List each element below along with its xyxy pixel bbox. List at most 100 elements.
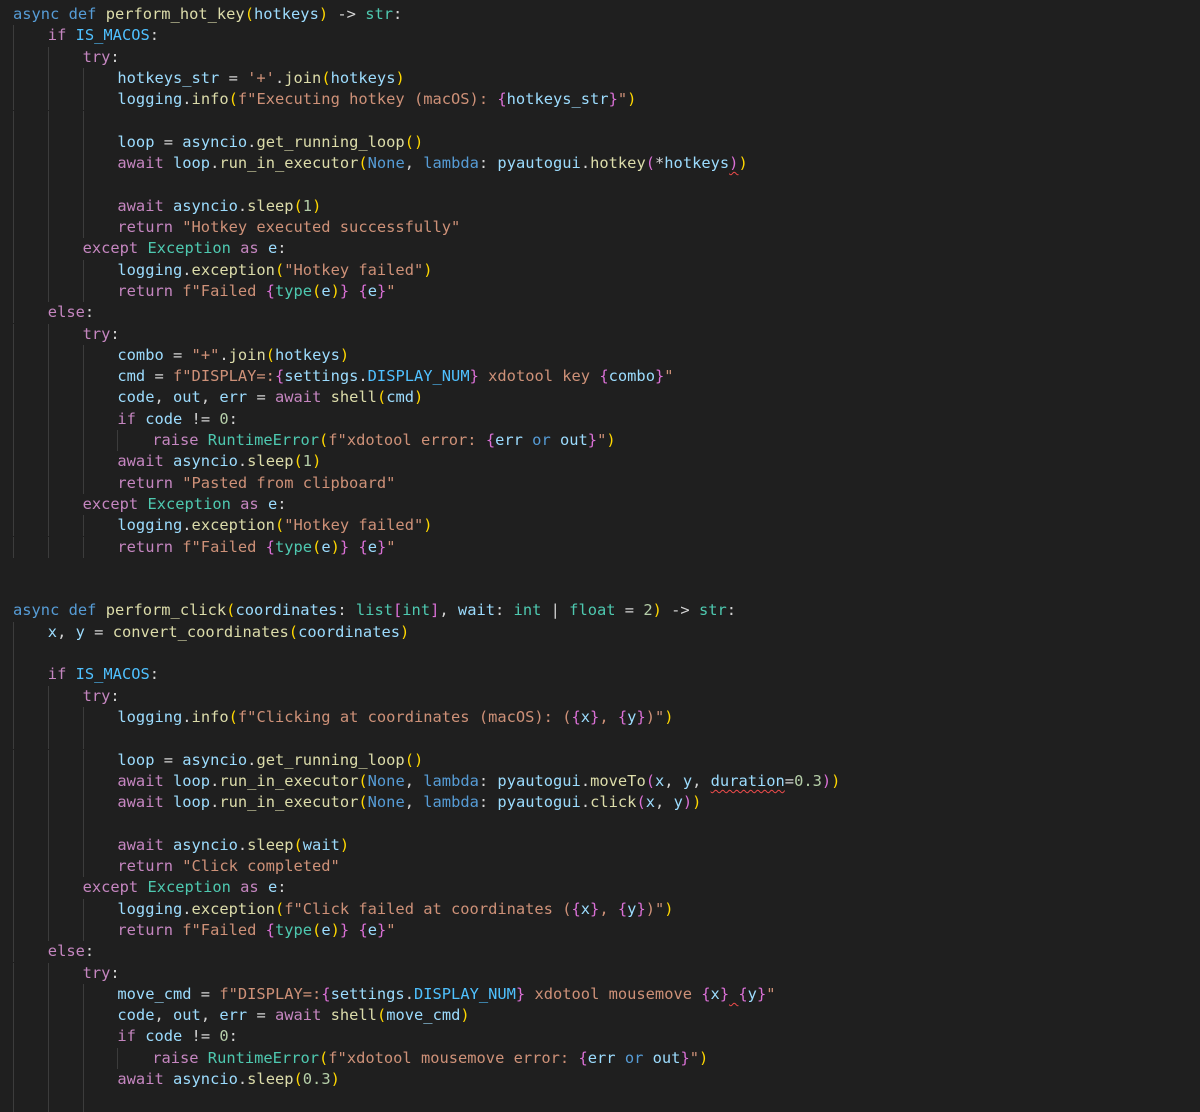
code-line[interactable]: await asyncio.sleep(1)	[0, 195, 1200, 217]
code-token: ,	[439, 601, 458, 620]
code-token: if	[117, 409, 146, 428]
indent-guide	[82, 515, 84, 537]
code-line[interactable]: logging.exception(f"Click failed at coor…	[0, 898, 1200, 920]
code-token: (	[274, 516, 285, 535]
code-line[interactable]: else:	[0, 302, 1200, 324]
code-line[interactable]: logging.exception("Hotkey failed")	[0, 259, 1200, 281]
code-token: (	[228, 707, 238, 726]
code-line[interactable]: await asyncio.sleep(wait)	[0, 834, 1200, 856]
code-line[interactable]: loop = asyncio.get_running_loop()	[0, 749, 1200, 771]
code-token: =	[154, 750, 183, 769]
code-line[interactable]	[0, 174, 1200, 196]
code-line[interactable]: logging.info(f"Clicking at coordinates (…	[0, 706, 1200, 729]
code-token: =	[219, 68, 248, 87]
code-line[interactable]: try:	[0, 46, 1200, 68]
indent-guide	[47, 877, 49, 899]
code-line[interactable]: async def perform_hot_key(hotkeys) -> st…	[0, 4, 1200, 25]
code-line[interactable]: await asyncio.sleep(0.3)	[0, 1069, 1200, 1091]
indent-guide	[82, 834, 84, 856]
code-token: str	[365, 5, 394, 23]
code-line[interactable]: code, out, err = await shell(cmd)	[0, 387, 1200, 409]
code-line[interactable]	[0, 1090, 1200, 1112]
code-token: }	[469, 367, 479, 386]
code-token: asyncio	[173, 196, 238, 215]
code-line[interactable]: logging.exception("Hotkey failed")	[0, 515, 1200, 537]
code-text: logging.info(f"Clicking at coordinates (…	[117, 707, 673, 728]
code-line[interactable]: return f"Failed {type(e)} {e}"	[0, 919, 1200, 942]
code-line[interactable]	[0, 558, 1200, 579]
code-line[interactable]: await loop.run_in_executor(None, lambda:…	[0, 153, 1200, 175]
code-line[interactable]: hotkeys_str = '+'.join(hotkeys)	[0, 67, 1200, 90]
code-line[interactable]: except Exception as e:	[0, 493, 1200, 516]
code-line[interactable]: cmd = f"DISPLAY=:{settings.DISPLAY_NUM} …	[0, 366, 1200, 388]
code-line[interactable]: code, out, err = await shell(move_cmd)	[0, 1005, 1200, 1027]
indent-guide	[47, 451, 49, 473]
code-line[interactable]: if IS_MACOS:	[0, 664, 1200, 686]
code-text: except Exception as e:	[83, 238, 287, 259]
code-line[interactable]: await asyncio.sleep(1)	[0, 451, 1200, 473]
code-token: *	[655, 154, 665, 173]
code-line[interactable]: return f"Failed {type(e)} {e}"	[0, 280, 1200, 303]
code-line[interactable]: loop = asyncio.get_running_loop()	[0, 131, 1200, 154]
code-line[interactable]: move_cmd = f"DISPLAY=:{settings.DISPLAY_…	[0, 983, 1200, 1006]
indent-guide	[13, 856, 14, 878]
code-token: )	[339, 835, 350, 854]
code-token: await	[117, 154, 173, 173]
code-token: "+"	[191, 345, 220, 364]
code-line[interactable]	[0, 813, 1200, 835]
code-token: return	[117, 920, 183, 939]
code-line[interactable]	[0, 643, 1200, 665]
code-line[interactable]: async def perform_click(coordinates: lis…	[0, 600, 1200, 621]
code-token: .	[580, 154, 591, 173]
code-editor[interactable]: async def perform_hot_key(hotkeys) -> st…	[0, 0, 1200, 1112]
code-line[interactable]: try:	[0, 685, 1200, 707]
code-token: e	[367, 537, 377, 556]
code-line[interactable]: logging.info(f"Executing hotkey (macOS):…	[0, 89, 1200, 111]
code-text: await asyncio.sleep(wait)	[117, 835, 349, 856]
code-line[interactable]: except Exception as e:	[0, 238, 1200, 260]
indent-guide	[47, 195, 49, 217]
code-token: :	[149, 665, 160, 684]
code-token: wait	[457, 601, 495, 620]
code-line[interactable]: else:	[0, 941, 1200, 963]
code-line[interactable]: return f"Failed {type(e)} {e}"	[0, 536, 1200, 558]
code-line[interactable]: await loop.run_in_executor(None, lambda:…	[0, 770, 1200, 793]
indent-guide	[82, 1069, 84, 1091]
code-line[interactable]	[0, 728, 1200, 750]
code-token: out	[173, 1006, 201, 1025]
code-line[interactable]: raise RuntimeError(f"xdotool error: {err…	[0, 430, 1200, 452]
code-line[interactable]: if code != 0:	[0, 1026, 1200, 1048]
code-text: code, out, err = await shell(move_cmd)	[117, 1005, 469, 1026]
code-token: x	[47, 622, 58, 641]
code-line[interactable]: await loop.run_in_executor(None, lambda:…	[0, 792, 1200, 814]
code-line[interactable]: if code != 0:	[0, 408, 1200, 430]
indent-guide	[82, 536, 84, 558]
code-token: )	[606, 431, 616, 449]
code-token: None	[367, 793, 405, 812]
code-line[interactable]: if IS_MACOS:	[0, 25, 1200, 47]
code-token: xdotool key	[478, 367, 600, 386]
indent-guide	[82, 1026, 84, 1048]
code-line[interactable]	[0, 110, 1200, 132]
code-line[interactable]: return "Hotkey executed successfully"	[0, 217, 1200, 239]
code-line[interactable]: return "Pasted from clipboard"	[0, 472, 1200, 494]
code-line[interactable]	[0, 579, 1200, 600]
code-text: loop = asyncio.get_running_loop()	[117, 750, 423, 771]
code-token: raise	[152, 1048, 208, 1067]
code-token: )	[699, 1048, 709, 1067]
code-token: }	[636, 707, 646, 726]
code-token: }	[339, 281, 350, 300]
code-line[interactable]: return "Click completed"	[0, 856, 1200, 878]
code-line[interactable]: try:	[0, 323, 1200, 345]
indent-guide	[47, 1069, 49, 1091]
code-token: .	[210, 154, 220, 173]
code-line[interactable]: combo = "+".join(hotkeys)	[0, 344, 1200, 367]
code-token: ()	[404, 132, 424, 151]
code-line[interactable]: except Exception as e:	[0, 877, 1200, 899]
code-text: await asyncio.sleep(1)	[117, 451, 321, 472]
code-line[interactable]: x, y = convert_coordinates(coordinates)	[0, 621, 1200, 643]
code-token: asyncio	[173, 452, 238, 471]
code-line[interactable]: try:	[0, 962, 1200, 984]
code-line[interactable]: raise RuntimeError(f"xdotool mousemove e…	[0, 1047, 1200, 1069]
indent-guide	[82, 408, 84, 430]
